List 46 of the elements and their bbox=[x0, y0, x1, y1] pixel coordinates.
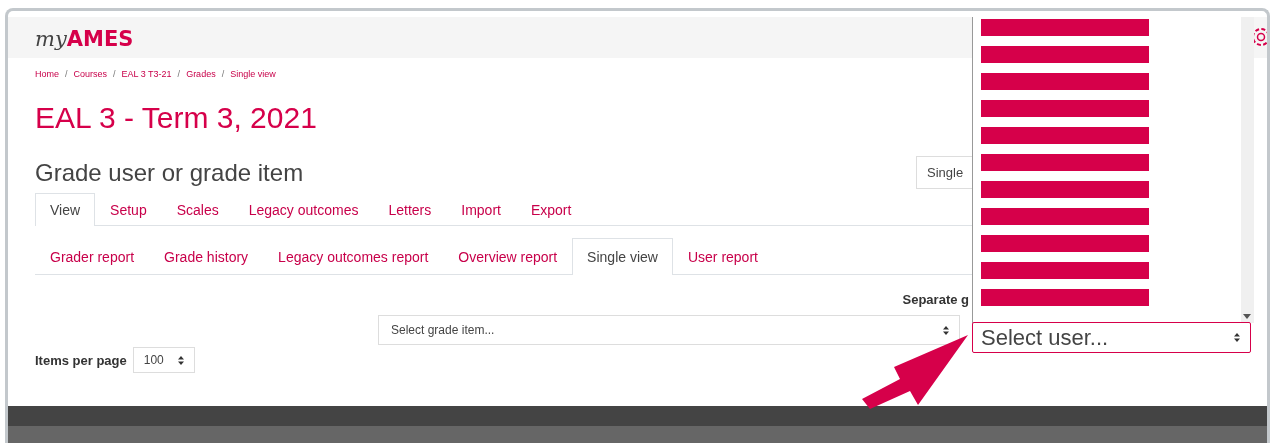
redacted-option[interactable] bbox=[981, 46, 1149, 63]
redacted-option[interactable] bbox=[981, 154, 1149, 171]
redacted-option[interactable] bbox=[981, 289, 1149, 306]
breadcrumb-separator: / bbox=[177, 69, 181, 79]
breadcrumb-link[interactable]: Grades bbox=[186, 69, 216, 79]
breadcrumb-link[interactable]: Single view bbox=[230, 69, 276, 79]
breadcrumb-separator: / bbox=[221, 69, 225, 79]
redacted-option[interactable] bbox=[981, 208, 1149, 225]
tab[interactable]: Legacy outcomes bbox=[233, 193, 374, 226]
scroll-down-icon[interactable] bbox=[1243, 314, 1251, 319]
report-tab[interactable]: Grade history bbox=[149, 238, 264, 275]
redacted-option[interactable] bbox=[981, 73, 1149, 90]
breadcrumb-separator: / bbox=[65, 69, 68, 79]
logo[interactable]: myAMES bbox=[35, 25, 134, 50]
redacted-option[interactable] bbox=[981, 235, 1149, 252]
report-tab[interactable]: Single view bbox=[572, 238, 673, 275]
grade-item-select[interactable]: Select grade item... bbox=[378, 315, 960, 345]
redacted-option[interactable] bbox=[981, 127, 1149, 144]
updown-icon bbox=[943, 325, 949, 335]
items-per-page-label: Items per page bbox=[35, 352, 127, 368]
user-select[interactable]: Select user... bbox=[972, 322, 1251, 353]
scrollbar[interactable] bbox=[1241, 17, 1254, 323]
redacted-option[interactable] bbox=[981, 181, 1149, 198]
report-tab[interactable]: Legacy outcomes report bbox=[263, 238, 444, 275]
tab[interactable]: Export bbox=[515, 193, 587, 226]
breadcrumb-separator: / bbox=[113, 69, 116, 79]
tab[interactable]: Letters bbox=[373, 193, 447, 226]
tab[interactable]: Scales bbox=[161, 193, 234, 226]
page-heading: Grade user or grade item bbox=[35, 158, 304, 187]
redacted-option[interactable] bbox=[981, 19, 1149, 36]
breadcrumb-link[interactable]: Courses bbox=[73, 69, 108, 79]
redacted-option[interactable] bbox=[981, 262, 1149, 279]
report-tab[interactable]: Overview report bbox=[443, 238, 573, 275]
updown-icon bbox=[1234, 333, 1240, 342]
report-tab[interactable]: User report bbox=[672, 238, 773, 275]
breadcrumb-link[interactable]: EAL 3 T3-21 bbox=[121, 69, 172, 79]
breadcrumb-link[interactable]: Home bbox=[35, 69, 59, 79]
redacted-option[interactable] bbox=[981, 100, 1149, 117]
items-per-page-select[interactable]: 100 bbox=[132, 347, 195, 373]
tab[interactable]: View bbox=[35, 193, 96, 226]
group-label: Separate g bbox=[902, 292, 969, 307]
tab[interactable]: Import bbox=[446, 193, 516, 226]
updown-icon bbox=[177, 355, 184, 365]
course-title: EAL 3 - Term 3, 2021 bbox=[35, 100, 317, 136]
tab[interactable]: Setup bbox=[95, 193, 162, 226]
report-tab[interactable]: Grader report bbox=[35, 238, 150, 275]
